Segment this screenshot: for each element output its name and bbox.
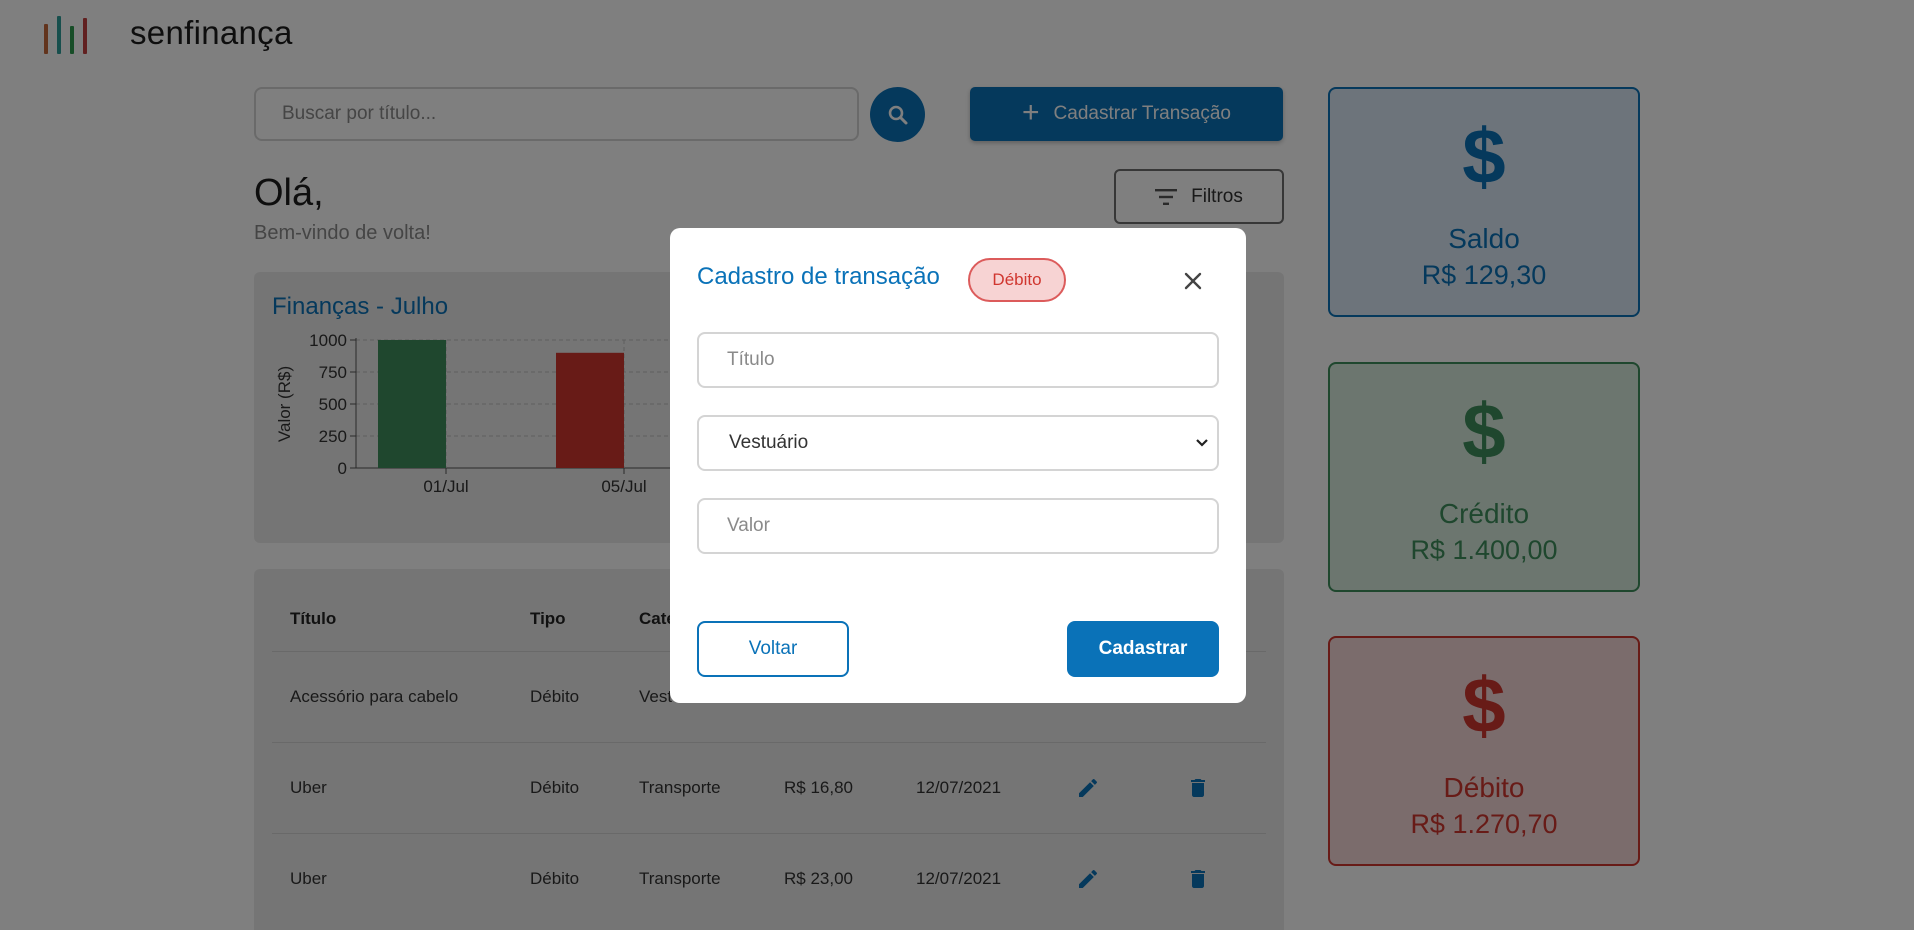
close-icon	[1184, 272, 1202, 290]
back-button[interactable]: Voltar	[697, 621, 849, 677]
submit-button[interactable]: Cadastrar	[1067, 621, 1219, 677]
title-field[interactable]	[697, 332, 1219, 388]
chevron-down-icon	[1196, 439, 1208, 447]
value-field[interactable]	[697, 498, 1219, 554]
modal-title: Cadastro de transação	[697, 263, 940, 290]
category-select[interactable]: Vestuário	[697, 415, 1219, 471]
transaction-modal: Cadastro de transação Débito Vestuário V…	[670, 228, 1246, 703]
type-badge-debit[interactable]: Débito	[968, 258, 1066, 302]
category-value: Vestuário	[729, 432, 809, 453]
close-button[interactable]	[1180, 268, 1206, 294]
